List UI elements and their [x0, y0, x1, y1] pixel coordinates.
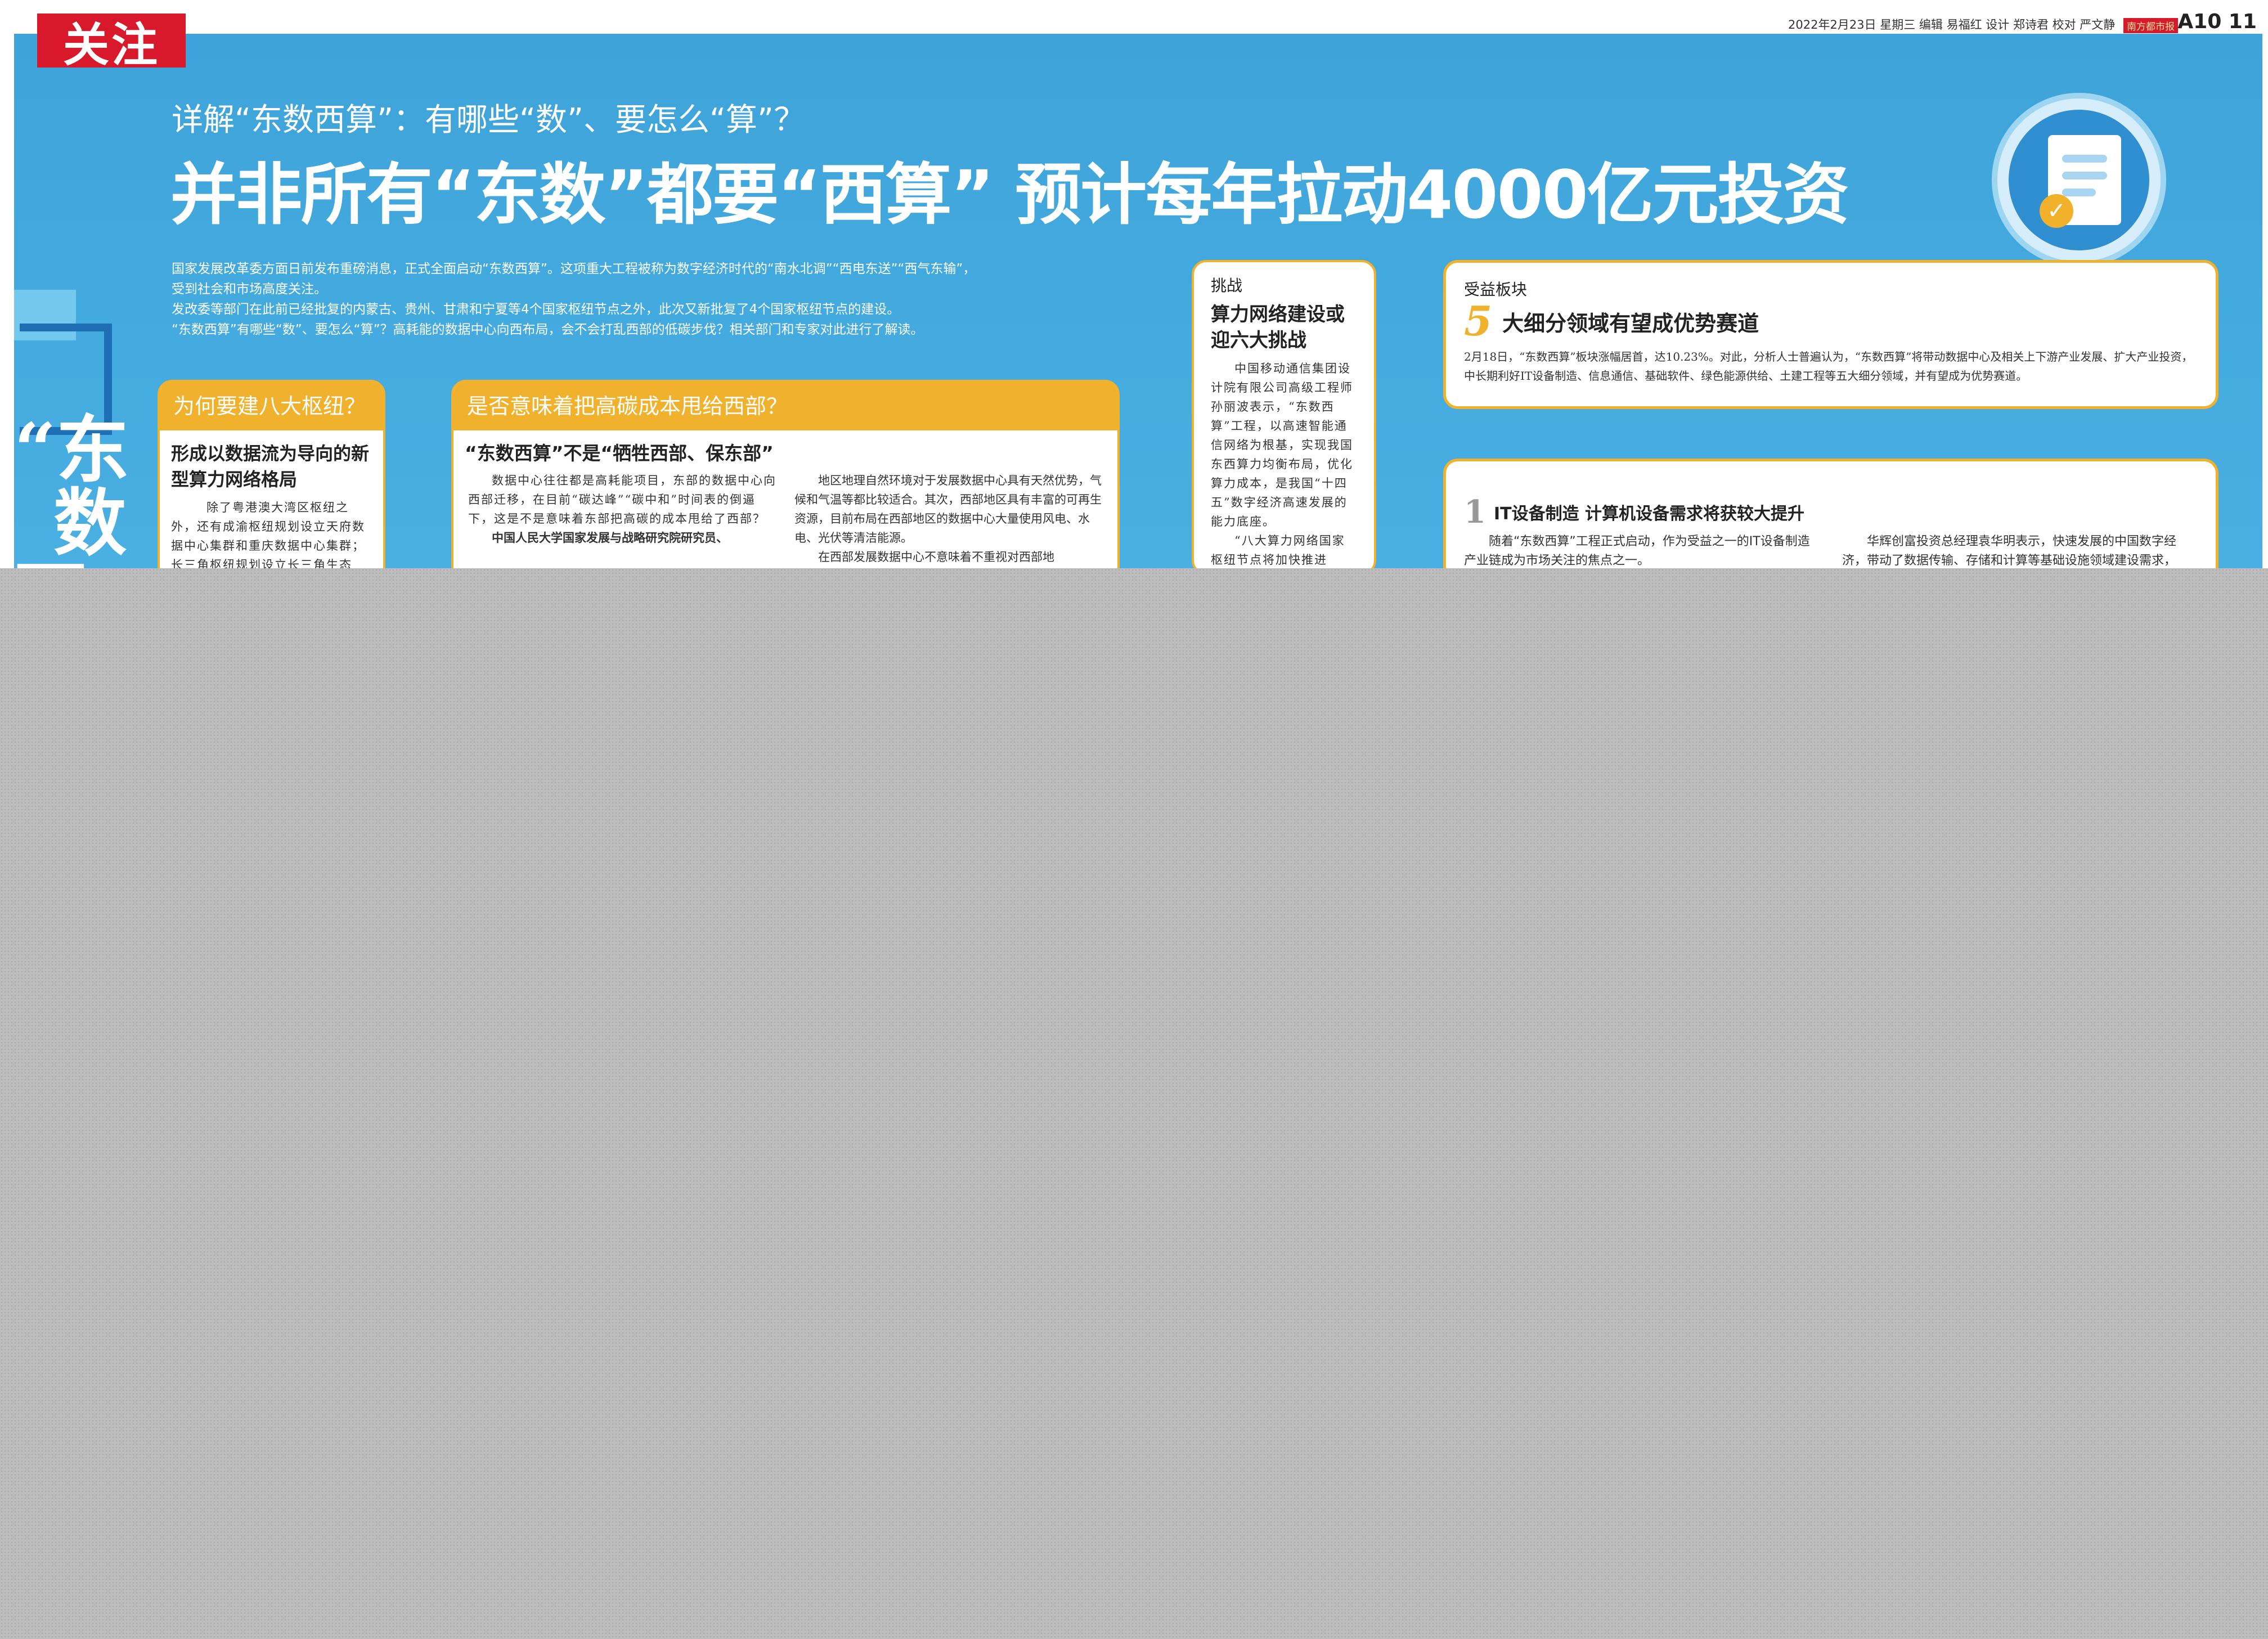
article-headline: 并非所有“东数”都要“西算” 预计每年拉动4000亿元投资: [170, 156, 1849, 233]
icon-inner-circle: ✓: [2009, 110, 2149, 250]
card-column: 地区地理自然环境对于发展数据中心具有天然优势，气候和气温等都比较适合。其次，西部…: [794, 471, 1103, 567]
intro-paragraph: “东数西算”有哪些“数”、要怎么“算”？高耗能的数据中心向西布局，会不会打乱西部…: [172, 322, 924, 337]
card-title: 大细分领域有望成优势赛道: [1502, 311, 1759, 336]
page-number: A10 11: [2177, 10, 2257, 33]
card-column: 数据中心往往都是高耗能项目，东部的数据中心向西部迁移，在目前“碳达峰”“碳中和”…: [468, 471, 776, 567]
card-paragraph: 中国人民大学国家发展与战略研究院研究员、: [492, 531, 728, 545]
date-line: 2022年2月23日 星期三 编辑 易福红 设计 郑诗君 校对 严文静: [1788, 18, 2116, 32]
card-paragraph: 中国移动通信集团设计院有限公司高级工程师孙丽波表示，“东数西算”工程，以高速智能…: [1211, 362, 1353, 528]
unloaded-page-area: [0, 568, 2268, 1639]
card-challenges: 挑战 算力网络建设或迎六大挑战 中国移动通信集团设计院有限公司高级工程师孙丽波表…: [1192, 260, 1376, 568]
card-title: 算力网络建设或迎六大挑战: [1211, 303, 1345, 352]
section-tag: 关注: [37, 14, 186, 72]
card-label: 受益板块: [1464, 280, 1528, 299]
vertical-char: 数: [53, 480, 127, 566]
date-editor-line: 2022年2月23日 星期三 编辑 易福红 设计 郑诗君 校对 严文静 南方都市…: [1788, 16, 2178, 33]
document-line: [2062, 172, 2107, 179]
document-check-icon: ✓: [1992, 93, 2166, 267]
card-header: 是否意味着把高碳成本甩给西部？: [453, 382, 1117, 430]
card-benefiting-sectors: 受益板块 5 大细分领域有望成优势赛道 2月18日，“东数西算”板块涨幅居首，达…: [1443, 260, 2218, 409]
item-number: 1: [1464, 493, 1486, 531]
paper-logo: 南方都市报: [2123, 17, 2178, 33]
document-line: [2062, 155, 2107, 163]
article-subtitle: 详解“东数西算”：有哪些“数”、要怎么“算”？: [172, 102, 806, 138]
intro-paragraph: 发改委等部门在此前已经批复的内蒙古、贵州、甘肃和宁夏等4个国家枢纽节点之外，此次…: [172, 302, 900, 317]
card-paragraph: 在西部发展数据中心不意味着不重视对西部地: [818, 550, 1054, 564]
card-columns: 随着“东数西算”工程正式启动，作为受益之一的IT设备制造产业链成为市场关注的焦点…: [1464, 532, 2198, 568]
card-column: 随着“东数西算”工程正式启动，作为受益之一的IT设备制造产业链成为市场关注的焦点…: [1464, 535, 1810, 568]
intro-paragraph: 国家发展改革委方面日前发布重磅消息，正式全面启动“东数西算”。这项重大工程被称为…: [172, 262, 976, 297]
card-why-eight-hubs: 为何要建八大枢纽？ 形成以数据流为导向的新型算力网络格局 除了粤港澳大湾区枢纽之…: [158, 380, 385, 568]
sector-count-number: 5: [1464, 297, 1493, 345]
document-line: [2062, 188, 2096, 196]
card-body: 除了粤港澳大湾区枢纽之外，还有成渝枢纽规划设立天府数据中心集群和重庆数据中心集群…: [171, 501, 365, 568]
card-it-equipment: 1 IT设备制造 计算机设备需求将获较大提升 随着“东数西算”工程正式启动，作为…: [1443, 459, 2218, 568]
card-paragraph: 地区地理自然环境对于发展数据中心具有天然优势，气候和气温等都比较适合。其次，西部…: [794, 474, 1102, 545]
card-title-row: 1 IT设备制造 计算机设备需求将获较大提升: [1464, 496, 2198, 528]
card-paragraph: 数据中心往往都是高耗能项目，东部的数据中心向西部迁移，在目前“碳达峰”“碳中和”…: [468, 474, 776, 526]
card-paragraph: “八大算力网络国家枢纽节点将加快推进: [1211, 534, 1345, 567]
card-title-row: 5 大细分领域有望成优势赛道: [1464, 301, 2198, 342]
card-columns: 数据中心往往都是高耗能项目，东部的数据中心向西部迁移，在目前“碳达峰”“碳中和”…: [453, 466, 1117, 568]
card-title: “东数西算”不是“牺牲西部、保东部”: [465, 442, 774, 464]
intro-paragraphs: 国家发展改革委方面日前发布重磅消息，正式全面启动“东数西算”。这项重大工程被称为…: [172, 259, 987, 340]
vertical-char: “东: [14, 407, 129, 493]
checkmark-icon: ✓: [2040, 194, 2073, 228]
card-high-carbon-cost: 是否意味着把高碳成本甩给西部？ “东数西算”不是“牺牲西部、保东部” 数据中心往…: [451, 380, 1120, 568]
card-title: IT设备制造 计算机设备需求将获较大提升: [1493, 504, 1805, 524]
card-label: 挑战: [1211, 276, 1243, 295]
card-body: 2月18日，“东数西算”板块涨幅居首，达10.23%。对此，分析人士普遍认为，“…: [1464, 350, 2193, 383]
card-column: 华辉创富投资总经理袁华明表示，快速发展的中国数字经济，带动了数据传输、存储和计算…: [1842, 535, 2177, 568]
newspaper-page-visible: 2022年2月23日 星期三 编辑 易福红 设计 郑诗君 校对 严文静 南方都市…: [0, 0, 2268, 568]
card-body: 中国移动通信集团设计院有限公司高级工程师孙丽波表示，“东数西算”工程，以高速智能…: [1211, 359, 1357, 568]
card-title: 形成以数据流为导向的新型算力网络格局: [171, 443, 370, 490]
card-header: 为何要建八大枢纽？: [160, 382, 383, 430]
vertical-big-title: “东 数 西: [14, 407, 129, 569]
